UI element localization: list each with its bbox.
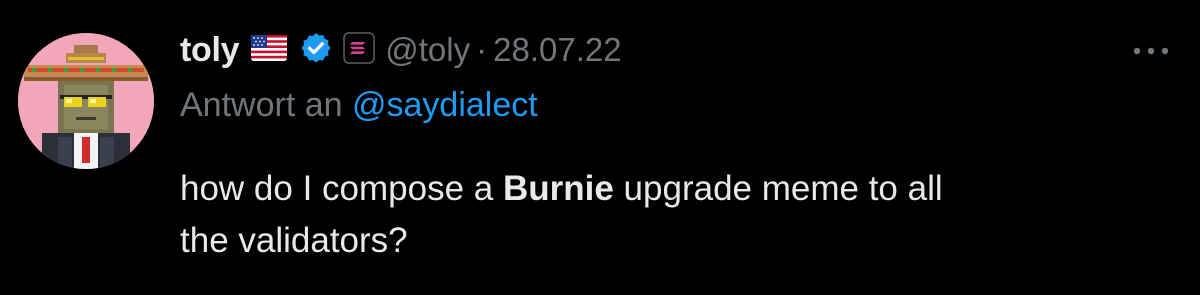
us-flag-icon: [251, 34, 288, 66]
author-name[interactable]: toly: [180, 31, 240, 70]
reply-context: Antwort an @saydialect: [180, 86, 538, 125]
verified-badge-icon[interactable]: [299, 31, 333, 70]
tweet-text-part: upgrade meme to all: [613, 169, 943, 208]
reply-mention-link[interactable]: @saydialect: [352, 86, 538, 124]
tweet-text-part: how do I compose a: [180, 169, 503, 208]
tweet-text-part: the validators?: [180, 221, 408, 260]
avatar-image: [18, 33, 154, 169]
reply-prefix: Antwort an: [180, 86, 343, 124]
tweet-text: how do I compose a Burnie upgrade meme t…: [180, 163, 1160, 267]
tweet-text-bold: Burnie: [502, 169, 614, 208]
separator-dot: ·: [476, 31, 488, 68]
avatar[interactable]: [18, 33, 154, 169]
tweet-date[interactable]: 28.07.22: [493, 31, 621, 69]
more-dots-icon[interactable]: [1126, 36, 1176, 66]
author-handle[interactable]: @toly: [385, 31, 470, 69]
tweet-card: toly @toly · 28.07.22 Antwort an @saydia…: [0, 0, 1200, 295]
solana-logo-icon[interactable]: [343, 31, 375, 69]
tweet-header: toly @toly · 28.07.22: [180, 26, 622, 74]
